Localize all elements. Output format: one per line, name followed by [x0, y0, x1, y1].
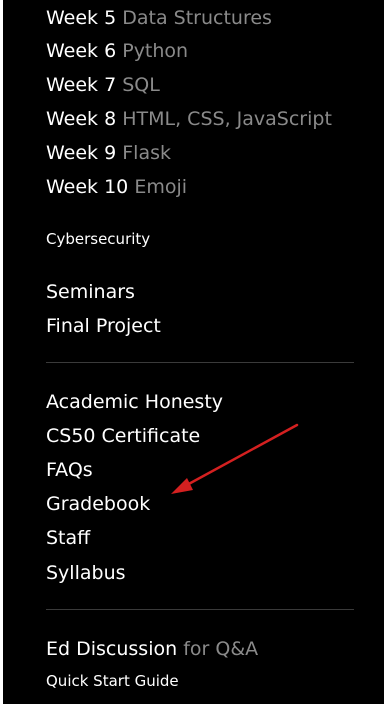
nav-gradebook[interactable]: Gradebook: [46, 492, 150, 516]
nav-staff[interactable]: Staff: [46, 526, 90, 550]
nav-syllabus[interactable]: Syllabus: [46, 561, 126, 585]
nav-week-5[interactable]: Week 5 Data Structures: [46, 6, 272, 30]
section-divider: [46, 362, 354, 363]
nav-cs50-certificate[interactable]: CS50 Certificate: [46, 424, 200, 448]
week-topic: HTML, CSS, JavaScript: [122, 108, 332, 130]
nav-week-7[interactable]: Week 7 SQL: [46, 73, 160, 97]
nav-week-8[interactable]: Week 8 HTML, CSS, JavaScript: [46, 107, 332, 131]
discussion-suffix: for Q&A: [183, 638, 259, 660]
annotation-arrow-icon: [171, 423, 299, 494]
nav-week-9[interactable]: Week 9 Flask: [46, 141, 171, 165]
nav-seminars[interactable]: Seminars: [46, 280, 135, 304]
nav-faqs[interactable]: FAQs: [46, 458, 93, 482]
week-number: Week 5: [46, 7, 117, 29]
week-number: Week 7: [46, 74, 117, 96]
week-topic: Flask: [122, 142, 171, 164]
week-topic: SQL: [122, 74, 160, 96]
nav-ed-discussion[interactable]: Ed Discussion for Q&A: [46, 637, 258, 661]
week-number: Week 9: [46, 142, 117, 164]
week-topic: Python: [122, 40, 189, 62]
nav-cybersecurity[interactable]: Cybersecurity: [46, 229, 150, 249]
nav-quick-start-guide[interactable]: Quick Start Guide: [46, 671, 179, 691]
section-divider: [46, 609, 354, 610]
week-topic: Emoji: [134, 176, 188, 198]
discussion-name: Ed Discussion: [46, 638, 178, 660]
nav-week-10[interactable]: Week 10 Emoji: [46, 175, 187, 199]
week-number: Week 8: [46, 108, 117, 130]
week-number: Week 10: [46, 176, 129, 198]
nav-final-project[interactable]: Final Project: [46, 314, 161, 338]
nav-academic-honesty[interactable]: Academic Honesty: [46, 390, 223, 414]
week-topic: Data Structures: [122, 7, 272, 29]
course-nav-panel: Week 5 Data Structures Week 6 Python Wee…: [3, 0, 384, 704]
nav-week-6[interactable]: Week 6 Python: [46, 39, 188, 63]
week-number: Week 6: [46, 40, 117, 62]
